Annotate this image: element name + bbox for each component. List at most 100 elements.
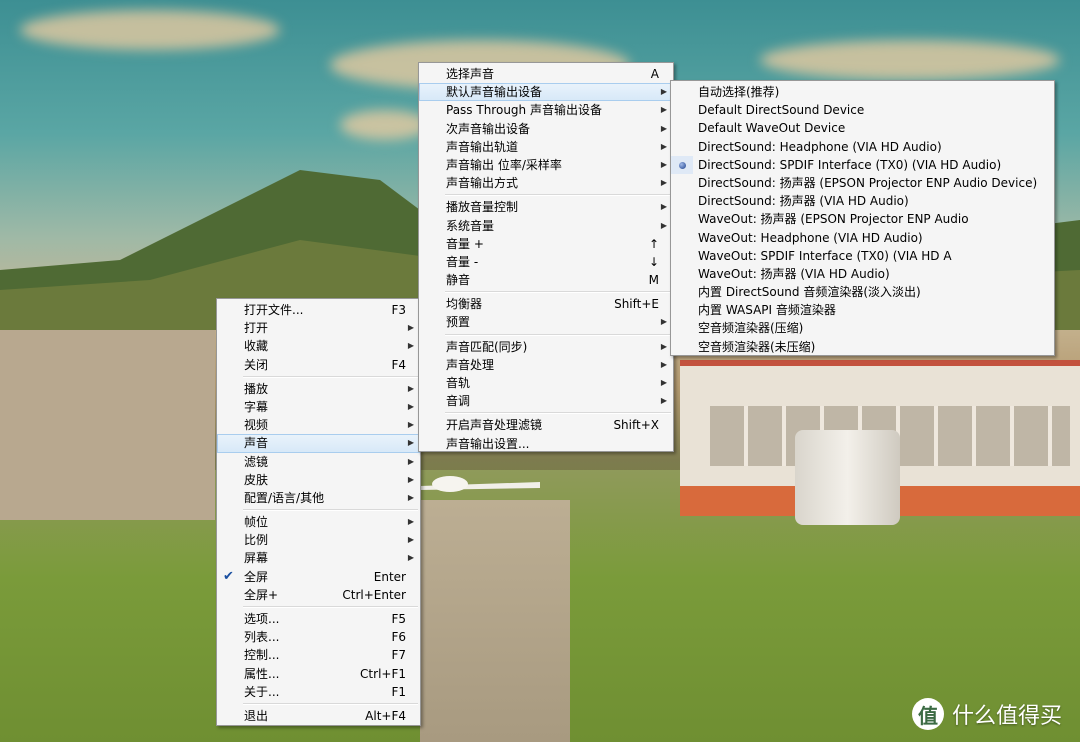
device-menu-item[interactable]: Default WaveOut Device xyxy=(671,119,1054,137)
device-menu-item[interactable]: DirectSound: SPDIF Interface (TX0) (VIA … xyxy=(671,155,1054,174)
sound-menu-item-shortcut: ↓ xyxy=(648,254,659,269)
sound-menu-item-label: 开启声音处理滤镜 xyxy=(446,418,543,433)
device-menu-item[interactable]: 自动选择(推荐) xyxy=(671,83,1054,101)
sound-menu-item[interactable]: 选择声音 A xyxy=(419,65,673,83)
sound-menu-item-label: 默认声音输出设备 xyxy=(446,85,543,100)
device-menu-item-label: DirectSound: 扬声器 (VIA HD Audio) xyxy=(698,194,909,209)
sound-menu-item[interactable]: 音轨 ▶ xyxy=(419,374,673,392)
submenu-arrow-icon: ▶ xyxy=(407,323,414,333)
sound-menu-item[interactable]: 声音处理 ▶ xyxy=(419,356,673,374)
main-menu-item-shortcut: F4 xyxy=(391,357,406,372)
main-menu-item[interactable]: 列表... F6 xyxy=(217,628,420,646)
sound-menu-item[interactable]: 声音输出设置... xyxy=(419,435,673,453)
sound-menu-item[interactable]: 声音匹配(同步) ▶ xyxy=(419,338,673,356)
main-menu-item[interactable]: 帧位 ▶ xyxy=(217,513,420,531)
submenu-arrow-icon: ▶ xyxy=(407,535,414,545)
main-menu-item-shortcut: F6 xyxy=(391,630,406,645)
sound-submenu: 选择声音 A 默认声音输出设备 ▶ Pass Through 声音输出设备 ▶ 次声音输出设… xyxy=(418,62,674,452)
submenu-arrow-icon: ▶ xyxy=(407,420,414,430)
sound-menu-item[interactable]: 声音输出方式 ▶ xyxy=(419,174,673,192)
main-menu-item[interactable]: 打开文件... F3 xyxy=(217,301,420,319)
main-menu-item[interactable]: 皮肤 ▶ xyxy=(217,471,420,489)
device-menu-item[interactable]: DirectSound: 扬声器 (EPSON Projector ENP Au… xyxy=(671,174,1054,192)
main-menu-item[interactable]: 选项... F5 xyxy=(217,610,420,628)
main-menu-item[interactable]: 配置/语言/其他 ▶ xyxy=(217,489,420,507)
sound-menu-item-label: 声音输出方式 xyxy=(446,176,519,191)
main-menu-item[interactable]: 打开 ▶ xyxy=(217,319,420,337)
sound-menu-item-label: 音量 + xyxy=(446,236,484,251)
main-menu-item-label: 滤镜 xyxy=(244,454,269,469)
sound-menu-item[interactable]: 静音 M xyxy=(419,271,673,289)
sound-menu-item[interactable]: 次声音输出设备 ▶ xyxy=(419,120,673,138)
main-menu-item-label: 控制... xyxy=(244,648,280,663)
sound-menu-item[interactable]: 播放音量控制 ▶ xyxy=(419,198,673,216)
submenu-arrow-icon: ▶ xyxy=(407,401,414,411)
main-menu-item[interactable]: 退出 Alt+F4 xyxy=(217,707,420,725)
checkmark-icon: ✔ xyxy=(223,568,234,584)
sound-menu-separator xyxy=(445,412,671,415)
main-menu-item[interactable]: 比例 ▶ xyxy=(217,531,420,549)
main-menu-item-label: 关于... xyxy=(244,684,280,699)
sound-menu-item[interactable]: 音量 + ↑ xyxy=(419,235,673,253)
main-menu-item[interactable]: 关闭 F4 xyxy=(217,356,420,374)
runway xyxy=(420,500,570,742)
main-menu-item[interactable]: 声音 ▶ xyxy=(217,434,420,453)
sound-menu-item[interactable]: Pass Through 声音输出设备 ▶ xyxy=(419,101,673,119)
sound-menu-item-label: 均衡器 xyxy=(446,297,483,312)
main-menu-item[interactable]: 关于... F1 xyxy=(217,683,420,701)
main-menu-item-shortcut: Ctrl+Enter xyxy=(342,587,406,602)
device-menu-item[interactable]: WaveOut: Headphone (VIA HD Audio) xyxy=(671,229,1054,247)
sound-menu-item[interactable]: 开启声音处理滤镜 Shift+X xyxy=(419,416,673,434)
main-menu-item[interactable]: 控制... F7 xyxy=(217,646,420,664)
main-menu-item[interactable]: 属性... Ctrl+F1 xyxy=(217,665,420,683)
cloud xyxy=(20,10,280,50)
sound-menu-item[interactable]: 均衡器 Shift+E xyxy=(419,295,673,313)
sound-menu-item-label: 声音处理 xyxy=(446,357,495,372)
submenu-arrow-icon: ▶ xyxy=(407,474,414,484)
main-context-menu: 打开文件... F3 打开 ▶ 收藏 ▶ 关闭 F4 播放 ▶ 字幕 ▶ 视频 ▶ 声音 ▶ 滤镜 ▶ 皮肤 ▶ 配置/… xyxy=(216,298,421,726)
main-menu-separator xyxy=(243,509,418,512)
device-menu-item[interactable]: DirectSound: Headphone (VIA HD Audio) xyxy=(671,138,1054,156)
sound-menu-item[interactable]: 声音输出轨道 ▶ xyxy=(419,138,673,156)
sound-menu-item[interactable]: 音量 - ↓ xyxy=(419,253,673,271)
device-menu-item[interactable]: 空音频渲染器(未压缩) xyxy=(671,338,1054,356)
device-menu-item-label: 内置 DirectSound 音频渲染器(淡入淡出) xyxy=(698,285,921,300)
device-menu-item[interactable]: WaveOut: 扬声器 (VIA HD Audio) xyxy=(671,265,1054,283)
device-menu-item[interactable]: WaveOut: 扬声器 (EPSON Projector ENP Audio xyxy=(671,210,1054,228)
main-menu-item-label: 全屏 xyxy=(244,569,269,584)
device-menu-item[interactable]: 内置 WASAPI 音频渲染器 xyxy=(671,301,1054,319)
cloud xyxy=(340,110,430,140)
sound-menu-item-shortcut: Shift+E xyxy=(614,297,659,312)
sound-menu-separator xyxy=(445,291,671,294)
device-menu-item[interactable]: WaveOut: SPDIF Interface (TX0) (VIA HD A xyxy=(671,247,1054,265)
device-menu-item[interactable]: Default DirectSound Device xyxy=(671,101,1054,119)
sound-menu-item[interactable]: 音调 ▶ xyxy=(419,392,673,410)
main-menu-item[interactable]: 滤镜 ▶ xyxy=(217,453,420,471)
sound-menu-item[interactable]: 系统音量 ▶ xyxy=(419,217,673,235)
main-menu-separator xyxy=(243,375,418,378)
main-menu-item-label: 打开文件... xyxy=(244,303,304,317)
main-menu-item[interactable]: ✔ 全屏 Enter xyxy=(217,568,420,586)
fuel-tank xyxy=(795,430,900,525)
sound-menu-item[interactable]: 默认声音输出设备 ▶ xyxy=(419,83,673,102)
main-menu-item[interactable]: 屏幕 ▶ xyxy=(217,549,420,567)
sound-menu-item-label: 预置 xyxy=(446,315,471,330)
watermark-logo-icon: 值 xyxy=(911,698,944,730)
device-menu-item[interactable]: 内置 DirectSound 音频渲染器(淡入淡出) xyxy=(671,283,1054,301)
main-menu-item[interactable]: 全屏+ Ctrl+Enter xyxy=(217,586,420,604)
main-menu-item[interactable]: 播放 ▶ xyxy=(217,380,420,398)
sound-menu-item-label: 播放音量控制 xyxy=(446,200,519,215)
sound-menu-item[interactable]: 预置 ▶ xyxy=(419,313,673,331)
main-menu-item[interactable]: 收藏 ▶ xyxy=(217,337,420,355)
sound-menu-item-label: 系统音量 xyxy=(446,218,495,233)
main-menu-item[interactable]: 字幕 ▶ xyxy=(217,398,420,416)
device-menu-item-label: DirectSound: Headphone (VIA HD Audio) xyxy=(698,139,942,154)
submenu-arrow-icon: ▶ xyxy=(660,87,667,97)
device-menu-item[interactable]: DirectSound: 扬声器 (VIA HD Audio) xyxy=(671,192,1054,210)
sound-menu-item[interactable]: 声音输出 位率/采样率 ▶ xyxy=(419,156,673,174)
device-menu-item[interactable]: 空音频渲染器(压缩) xyxy=(671,319,1054,337)
submenu-arrow-icon: ▶ xyxy=(660,123,667,133)
main-menu-item-label: 帧位 xyxy=(244,515,269,530)
device-menu-item-label: Default DirectSound Device xyxy=(698,103,865,118)
main-menu-item[interactable]: 视频 ▶ xyxy=(217,416,420,434)
